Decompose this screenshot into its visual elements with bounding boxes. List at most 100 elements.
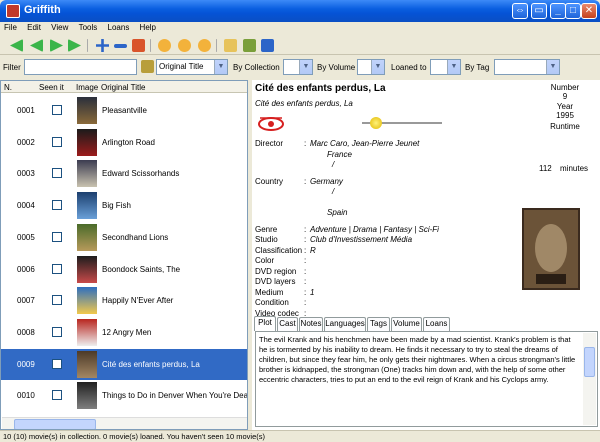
by-volume-label: By Volume	[317, 63, 356, 72]
table-row[interactable]: 0007 Happily N'Ever After	[1, 285, 247, 316]
filter-search-input[interactable]	[24, 59, 137, 75]
return-icon[interactable]	[178, 39, 191, 52]
seen-it-checkbox[interactable]	[52, 390, 62, 401]
poster-image	[522, 208, 580, 290]
field-value: Spain	[327, 208, 348, 217]
collection-select[interactable]: ▼	[283, 59, 313, 75]
table-row[interactable]: 0009 Cité des enfants perdus, La	[1, 348, 247, 380]
restore-layout-icon[interactable]: ⇔	[512, 3, 528, 19]
menu-loans[interactable]: Loans	[104, 22, 134, 33]
field-colon: :	[304, 176, 307, 186]
previous-record-icon[interactable]	[30, 39, 43, 52]
row-title: Boondock Saints, The	[102, 264, 181, 274]
tab-notes[interactable]: Notes	[299, 317, 323, 331]
table-row[interactable]: 0003 Edward Scissorhands	[1, 158, 247, 189]
seen-it-checkbox[interactable]	[52, 326, 62, 337]
column-number[interactable]: N.	[4, 83, 12, 92]
tab-cast[interactable]: Cast	[277, 317, 298, 331]
row-title: Things to Do in Denver When You're Dead	[102, 391, 248, 401]
window-title: Griffith	[24, 4, 61, 16]
clear-filter-icon[interactable]	[141, 60, 154, 73]
field-colon: :	[304, 139, 307, 148]
tab-languages[interactable]: Languages	[324, 317, 366, 331]
tab-loans[interactable]: Loans	[423, 317, 450, 331]
field-value: Adventure | Drama | Fantasy | Sci-Fi	[310, 224, 439, 234]
row-number: 0001	[17, 106, 35, 115]
status-bar: 10 (10) movie(s) in collection. 0 movie(…	[0, 430, 600, 442]
field-value: France	[327, 149, 352, 159]
menu-file[interactable]: File	[0, 22, 21, 33]
close-button[interactable]: ✕	[581, 3, 597, 19]
export-icon[interactable]	[243, 39, 256, 52]
scroll-thumb[interactable]	[14, 419, 96, 429]
menu-help[interactable]: Help	[136, 22, 160, 33]
row-title: Arlington Road	[102, 137, 155, 147]
edit-icon[interactable]	[132, 39, 145, 52]
by-collection-label: By Collection	[233, 63, 280, 72]
seen-it-checkbox[interactable]	[52, 358, 62, 369]
row-number: 0009	[17, 359, 35, 369]
remove-icon[interactable]	[114, 44, 127, 48]
tab-tags[interactable]: Tags	[367, 317, 390, 331]
table-row[interactable]: 0001 Pleasantville	[1, 95, 247, 126]
column-seen[interactable]: Seen it	[39, 83, 64, 92]
table-row[interactable]: 0008 12 Angry Men	[1, 317, 247, 348]
window-list-icon[interactable]: ▭	[531, 3, 547, 19]
seen-it-checkbox[interactable]	[52, 295, 62, 306]
table-row[interactable]: 0005 Secondhand Lions	[1, 222, 247, 253]
year-label: Year	[556, 102, 574, 111]
column-original-title[interactable]: Original Title	[101, 83, 145, 92]
loaned-to-select[interactable]: ▼	[430, 59, 461, 75]
table-row[interactable]: 0010 Things to Do in Denver When You're D…	[1, 380, 247, 411]
table-row[interactable]: 0002 Arlington Road	[1, 127, 247, 158]
tag-select[interactable]: ▼	[494, 59, 560, 75]
open-folder-icon[interactable]	[224, 39, 237, 52]
field-colon: :	[304, 277, 307, 286]
field-value: R	[310, 245, 316, 255]
seen-it-checkbox[interactable]	[52, 231, 62, 242]
seen-it-checkbox[interactable]	[52, 136, 62, 147]
plot-textarea[interactable]: The evil Krank and his henchmen have bee…	[255, 331, 598, 427]
field-value: /	[332, 160, 335, 169]
first-record-icon[interactable]	[10, 39, 23, 52]
seen-it-checkbox[interactable]	[52, 200, 62, 211]
seen-it-checkbox[interactable]	[52, 105, 62, 115]
row-number: 0010	[17, 391, 35, 401]
scroll-thumb[interactable]	[584, 347, 595, 377]
table-row[interactable]: 0006 Boondock Saints, The	[1, 254, 247, 285]
table-row[interactable]: 0004 Big Fish	[1, 190, 247, 221]
menu-edit[interactable]: Edit	[23, 22, 45, 33]
filter-field-select[interactable]: Original Title ▼	[156, 59, 228, 75]
seen-it-checkbox[interactable]	[52, 263, 62, 274]
seen-it-checkbox[interactable]	[52, 168, 62, 179]
tab-plot[interactable]: Plot	[254, 316, 276, 331]
minimize-button[interactable]: _	[550, 3, 566, 19]
plot-vertical-scrollbar[interactable]	[583, 333, 596, 425]
tab-volume[interactable]: Volume	[391, 317, 422, 331]
volume-select[interactable]: ▼	[357, 59, 385, 75]
title-bar: Griffith ⇔ ▭ _ □ ✕	[0, 0, 600, 22]
row-title: Pleasantville	[102, 106, 147, 115]
row-number: 0002	[17, 137, 35, 147]
maximize-button[interactable]: □	[565, 3, 581, 19]
movie-list[interactable]: N. Seen it Image Original Title 0001 Plea…	[0, 80, 248, 430]
email-reminder-icon[interactable]	[198, 39, 211, 52]
next-record-icon[interactable]	[50, 39, 63, 52]
menu-tools[interactable]: Tools	[75, 22, 102, 33]
rating-slider[interactable]	[362, 117, 442, 129]
poster-thumbnail	[77, 382, 97, 410]
field-label: Condition	[255, 298, 289, 307]
rating-eye-icon	[258, 117, 284, 131]
loan-icon[interactable]	[158, 39, 171, 52]
print-icon[interactable]	[261, 39, 274, 52]
add-icon[interactable]	[96, 39, 109, 52]
menu-view[interactable]: View	[47, 22, 72, 33]
field-label: Medium	[255, 287, 284, 297]
field-value: 1	[310, 287, 315, 297]
field-value: Marc Caro, Jean-Pierre Jeunet	[310, 139, 420, 148]
last-record-icon[interactable]	[68, 39, 81, 52]
column-image[interactable]: Image	[76, 83, 98, 92]
rating-slider-thumb[interactable]	[370, 117, 382, 129]
field-colon: :	[304, 235, 307, 244]
horizontal-scrollbar[interactable]	[2, 417, 247, 429]
